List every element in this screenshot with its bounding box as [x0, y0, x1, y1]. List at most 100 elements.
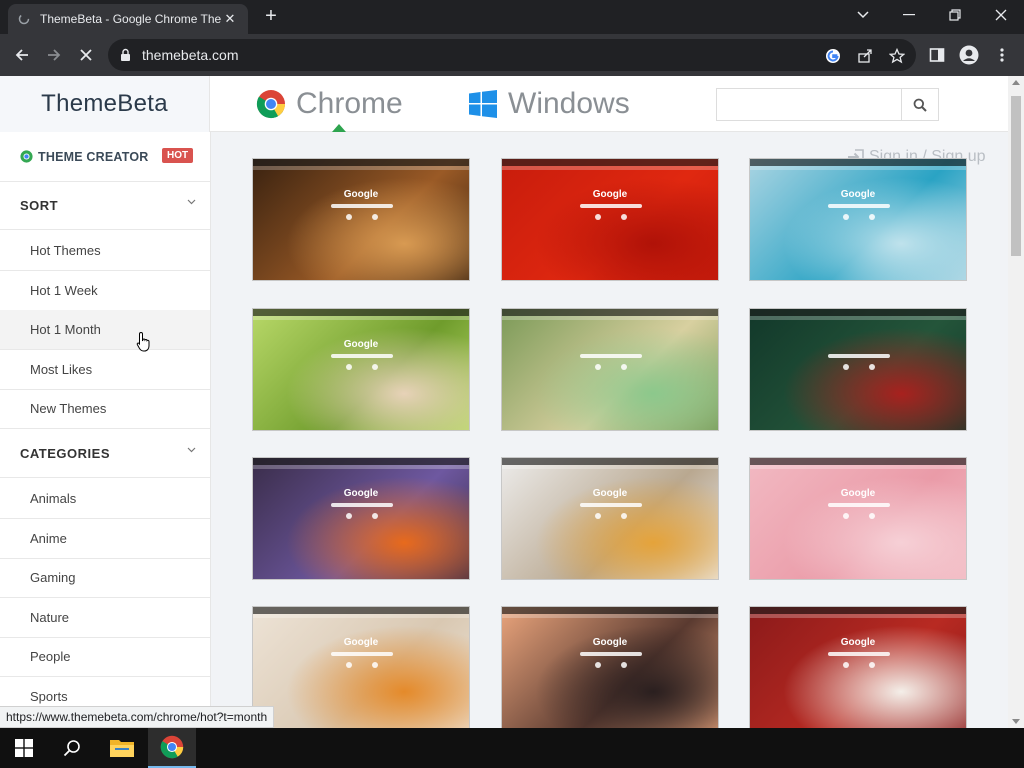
site-logo[interactable]: ThemeBeta: [41, 90, 168, 118]
address-bar[interactable]: themebeta.com: [108, 39, 916, 71]
category-animals[interactable]: Animals: [0, 479, 210, 519]
thumbnail-tabbar: [750, 159, 966, 166]
thumbnail-toolbar: [253, 614, 469, 618]
forward-button[interactable]: [42, 43, 66, 67]
nav-windows[interactable]: Windows: [468, 86, 630, 122]
theme-thumbnail[interactable]: [501, 308, 719, 431]
close-window-button[interactable]: [978, 0, 1024, 30]
thumbnail-tabbar: [253, 309, 469, 316]
theme-creator-chrome-icon: [20, 150, 33, 163]
theme-thumbnail[interactable]: Google: [501, 158, 719, 281]
tab-strip: ThemeBeta - Google Chrome The ✕ +: [0, 0, 1024, 34]
back-button[interactable]: [10, 43, 34, 67]
theme-thumbnail[interactable]: Google: [749, 158, 967, 281]
theme-grid: Sign in / Sign up Google Google Google Goog…: [211, 132, 1008, 728]
windows-start-icon: [15, 739, 33, 757]
thumbnail-tabbar: [502, 309, 718, 316]
minimize-button[interactable]: [886, 0, 932, 30]
thumbnail-tabbar: [502, 159, 718, 166]
theme-thumbnail[interactable]: Google: [501, 457, 719, 580]
more-menu-icon[interactable]: [990, 43, 1014, 67]
thumbnail-shortcuts: [595, 364, 627, 370]
theme-thumbnail[interactable]: Google: [252, 606, 470, 728]
browser-tab[interactable]: ThemeBeta - Google Chrome The ✕: [8, 4, 248, 34]
start-button[interactable]: [0, 728, 48, 768]
profile-avatar-icon[interactable]: [957, 43, 981, 67]
theme-thumbnail[interactable]: Google: [252, 158, 470, 281]
close-tab-icon[interactable]: ✕: [222, 11, 238, 27]
categories-section-header[interactable]: CATEGORIES: [0, 430, 210, 478]
stop-loading-button[interactable]: [74, 43, 98, 67]
thumbnail-shortcuts: [843, 364, 875, 370]
side-panel-icon[interactable]: [925, 43, 949, 67]
thumbnail-toolbar: [253, 166, 469, 170]
logo-box[interactable]: ThemeBeta: [0, 76, 210, 132]
thumbnail-shortcuts: [843, 214, 875, 220]
thumbnail-shortcuts: [346, 662, 378, 668]
sort-title: SORT: [20, 198, 59, 213]
thumbnail-tabbar: [253, 607, 469, 614]
nav-chrome[interactable]: Chrome: [256, 86, 403, 122]
share-icon[interactable]: [856, 47, 874, 65]
thumbnail-toolbar: [502, 166, 718, 170]
theme-thumbnail[interactable]: Google: [749, 457, 967, 580]
thumbnail-shortcuts: [843, 513, 875, 519]
scroll-down-arrow[interactable]: [1012, 719, 1020, 724]
thumbnail-searchbox: [580, 204, 642, 208]
category-people[interactable]: People: [0, 637, 210, 677]
thumbnail-tabbar: [502, 607, 718, 614]
sort-item-new-themes[interactable]: New Themes: [0, 389, 210, 429]
sort-section-header[interactable]: SORT: [0, 182, 210, 230]
lock-icon[interactable]: [120, 48, 131, 62]
file-explorer-button[interactable]: [98, 728, 146, 768]
thumbnail-toolbar: [502, 614, 718, 618]
taskbar-search-button[interactable]: [48, 728, 96, 768]
google-lens-icon[interactable]: [824, 47, 842, 65]
scroll-up-arrow[interactable]: [1012, 80, 1020, 85]
active-nav-indicator: [332, 124, 346, 132]
new-tab-button[interactable]: +: [260, 6, 282, 28]
theme-thumbnail[interactable]: [749, 308, 967, 431]
sort-item-hot-themes[interactable]: Hot Themes: [0, 231, 210, 271]
thumbnail-tabbar: [253, 458, 469, 465]
sort-item-most-likes[interactable]: Most Likes: [0, 350, 210, 390]
chevron-down-icon: [187, 447, 196, 453]
category-gaming[interactable]: Gaming: [0, 558, 210, 598]
theme-thumbnail[interactable]: Google: [252, 457, 470, 580]
hand-cursor-icon: [136, 331, 150, 352]
theme-thumbnail[interactable]: Google: [501, 606, 719, 728]
thumbnail-shortcuts: [346, 214, 378, 220]
sort-item-hot-1-month[interactable]: Hot 1 Month: [0, 310, 210, 350]
thumbnail-tabbar: [750, 309, 966, 316]
category-anime[interactable]: Anime: [0, 519, 210, 559]
chrome-taskbar-button[interactable]: [148, 728, 196, 768]
bookmark-star-icon[interactable]: [888, 47, 906, 65]
thumbnail-shortcuts: [595, 513, 627, 519]
url-text[interactable]: themebeta.com: [142, 47, 239, 63]
search-icon: [63, 740, 80, 757]
thumbnail-toolbar: [750, 614, 966, 618]
thumbnail-shortcuts: [346, 513, 378, 519]
theme-thumbnail[interactable]: Google: [749, 606, 967, 728]
thumbnail-searchbox: [828, 204, 890, 208]
thumbnail-toolbar: [750, 166, 966, 170]
thumbnail-searchbox: [828, 652, 890, 656]
chrome-icon: [160, 735, 184, 759]
thumbnail-tabbar: [750, 607, 966, 614]
site-search-button[interactable]: [901, 88, 939, 121]
thumbnail-toolbar: [502, 465, 718, 469]
category-nature[interactable]: Nature: [0, 598, 210, 638]
restore-button[interactable]: [932, 0, 978, 30]
site-search-input[interactable]: [716, 88, 901, 121]
thumbnail-tabbar: [502, 458, 718, 465]
scrollbar-thumb[interactable]: [1011, 96, 1021, 256]
theme-thumbnail[interactable]: Google: [252, 308, 470, 431]
nav-windows-label: Windows: [508, 87, 630, 120]
sort-item-hot-1-week[interactable]: Hot 1 Week: [0, 271, 210, 311]
vertical-scrollbar[interactable]: [1008, 76, 1024, 728]
theme-creator-link[interactable]: THEME CREATOR HOT: [0, 132, 210, 182]
theme-creator-label: THEME CREATOR: [38, 149, 149, 164]
tab-search-icon[interactable]: [840, 0, 886, 30]
thumbnail-shortcuts: [346, 364, 378, 370]
thumbnail-searchbox: [828, 354, 890, 358]
